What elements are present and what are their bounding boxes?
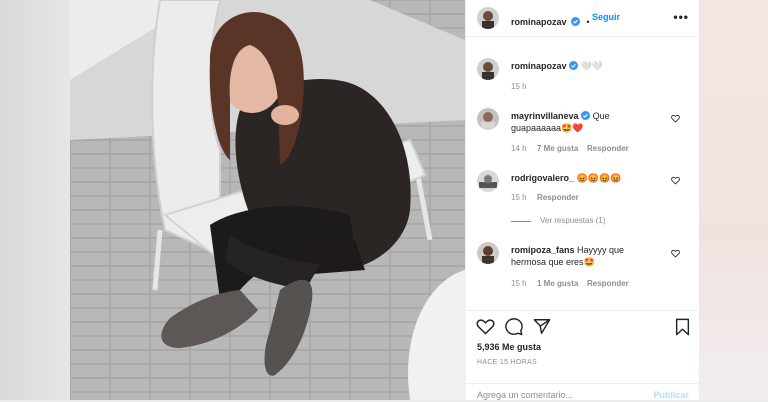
comment-input[interactable]: Agrega un comentario... [477, 390, 573, 400]
post-sidebar: rominapozav • Seguir ••• rominapozav 🤍🤍 … [465, 0, 699, 400]
caption-username[interactable]: rominapozav [511, 61, 567, 71]
save-bookmark-icon[interactable] [675, 318, 690, 336]
avatar-image [477, 108, 499, 130]
comment-likes[interactable]: 7 Me gusta [537, 144, 578, 153]
comment-username[interactable]: mayrinvillaneva [511, 111, 579, 121]
avatar-image [477, 242, 499, 264]
like-comment-heart-icon[interactable] [671, 249, 680, 258]
comment-username[interactable]: romipoza_fans [511, 245, 575, 255]
reply-button[interactable]: Responder [587, 144, 629, 153]
publish-button[interactable]: Publicar [653, 390, 689, 400]
caption-avatar[interactable] [477, 58, 499, 80]
like-comment-heart-icon[interactable] [671, 176, 680, 185]
comment-text: 😡😡😡😡 [576, 173, 622, 183]
post-actions: 5,936 Me gusta HACE 15 HORAS Agrega un c… [466, 310, 699, 401]
post-timestamp[interactable]: HACE 15 HORAS [477, 359, 537, 366]
comment-avatar[interactable] [477, 242, 499, 264]
comment-time[interactable]: 15 h [511, 193, 527, 202]
post-photo[interactable] [70, 0, 465, 400]
reply-button[interactable]: Responder [537, 193, 579, 202]
caption-text: 🤍🤍 [580, 61, 603, 71]
caption-time[interactable]: 15 h [511, 82, 527, 91]
author-username[interactable]: rominapozav [511, 17, 567, 27]
comment-text-cont: hermosa que eres🤩 [511, 257, 595, 267]
follow-button[interactable]: Seguir [592, 12, 620, 22]
comment-time[interactable]: 15 h [511, 279, 527, 288]
avatar-image [477, 7, 499, 29]
post-header: rominapozav • Seguir ••• [466, 0, 699, 37]
comment-item: mayrinvillaneva Que guapaaaaaa🤩❤️ [511, 110, 671, 134]
comment-item: romipoza_fans Hayyyy que hermosa que ere… [511, 244, 671, 268]
comment-likes[interactable]: 1 Me gusta [537, 279, 578, 288]
replies-divider [511, 221, 531, 222]
separator-dot: • [586, 17, 590, 27]
comment-box: Agrega un comentario... Publicar [466, 383, 699, 402]
view-replies-button[interactable]: Ver respuestas (1) [540, 216, 605, 225]
comment-bubble-icon[interactable] [505, 318, 523, 336]
avatar-image [477, 170, 499, 192]
reply-button[interactable]: Responder [587, 279, 629, 288]
comment-text: Hayyyy que [577, 245, 625, 255]
author-line: rominapozav • [511, 12, 592, 30]
like-comment-heart-icon[interactable] [671, 114, 680, 123]
comment-time[interactable]: 14 h [511, 144, 527, 153]
comment-text-cont: guapaaaaaa🤩❤️ [511, 123, 584, 133]
likes-count[interactable]: 5,936 Me gusta [477, 342, 541, 352]
comment-username[interactable]: rodrigovalero_ [511, 173, 574, 183]
caption: rominapozav 🤍🤍 [511, 60, 603, 72]
verified-badge-icon [570, 17, 580, 26]
backdrop-right [698, 0, 768, 400]
author-avatar[interactable] [477, 7, 499, 29]
avatar-image [477, 58, 499, 80]
verified-badge-icon [581, 111, 591, 120]
comment-avatar[interactable] [477, 170, 499, 192]
verified-badge-icon [569, 61, 579, 70]
like-heart-icon[interactable] [476, 318, 495, 335]
comment-avatar[interactable] [477, 108, 499, 130]
comment-text: Que [592, 111, 610, 121]
share-send-icon[interactable] [533, 318, 551, 335]
post-photo-illustration [70, 0, 465, 400]
comment-item: rodrigovalero_ 😡😡😡😡 [511, 172, 671, 184]
more-options-icon[interactable]: ••• [673, 10, 689, 24]
